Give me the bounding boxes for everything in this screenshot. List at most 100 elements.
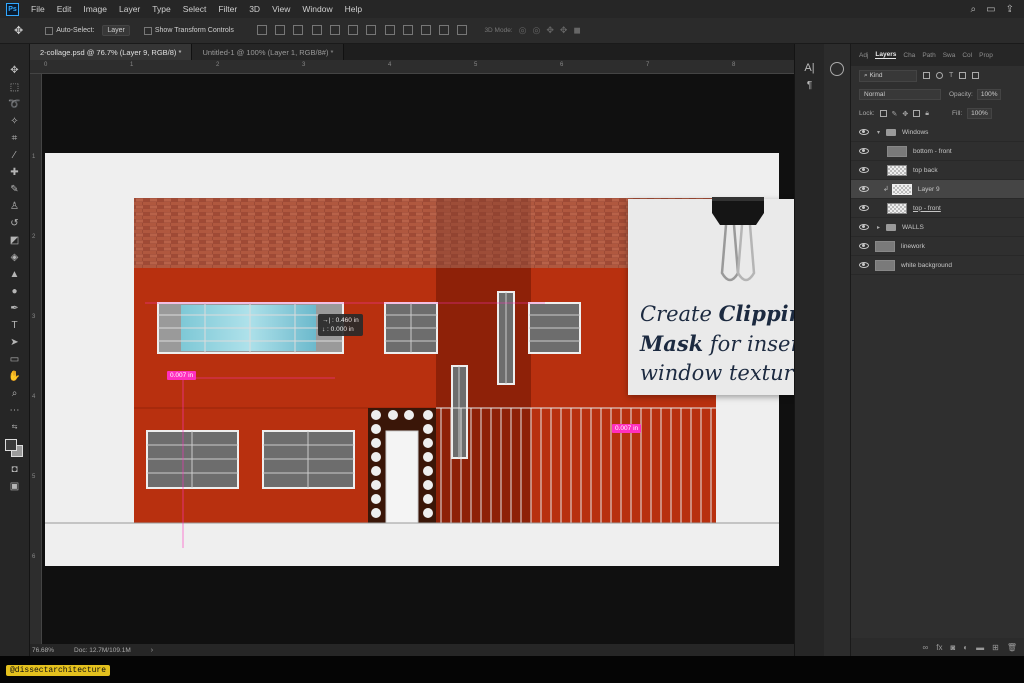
tab-properties[interactable]: Prop bbox=[979, 52, 993, 59]
status-menu-icon[interactable]: › bbox=[151, 647, 153, 654]
fill-field[interactable]: 100% bbox=[967, 108, 992, 119]
menu-select[interactable]: Select bbox=[177, 4, 213, 14]
share-icon[interactable]: ⇪ bbox=[1006, 4, 1014, 15]
menu-filter[interactable]: Filter bbox=[212, 4, 243, 14]
tab-adjustments[interactable]: Adj bbox=[859, 52, 868, 59]
filter-kind-dropdown[interactable]: ⌕ Kind bbox=[859, 69, 917, 82]
distribute-hcenter-icon[interactable] bbox=[439, 24, 450, 35]
distribute-bottom-icon[interactable] bbox=[402, 24, 413, 35]
visibility-eye-icon[interactable] bbox=[859, 224, 869, 230]
magic-wand-icon[interactable]: ✧ bbox=[7, 114, 23, 128]
visibility-eye-icon[interactable] bbox=[859, 167, 869, 173]
visibility-eye-icon[interactable] bbox=[859, 262, 869, 268]
screen-mode-icon[interactable]: ▣ bbox=[7, 479, 23, 493]
distribute-top-icon[interactable] bbox=[366, 24, 377, 35]
distribute-vcenter-icon[interactable] bbox=[384, 24, 395, 35]
expand-arrow-icon[interactable]: ▸ bbox=[877, 224, 880, 231]
add-mask-icon[interactable]: ◙ bbox=[950, 643, 955, 652]
new-group-icon[interactable]: ▬ bbox=[976, 643, 984, 652]
lock-transparent-icon[interactable] bbox=[879, 110, 887, 117]
align-vcenter-icon[interactable] bbox=[275, 24, 286, 35]
filter-type-icon[interactable]: T bbox=[949, 72, 953, 79]
marquee-tool-icon[interactable]: ⬚ bbox=[7, 80, 23, 94]
move-tool-icon[interactable]: ✥ bbox=[14, 24, 23, 37]
color-swatches[interactable] bbox=[3, 437, 27, 459]
link-layers-icon[interactable]: ∞ bbox=[923, 643, 929, 652]
brush-tool-icon[interactable]: ✎ bbox=[7, 182, 23, 196]
menu-3d[interactable]: 3D bbox=[243, 4, 266, 14]
paint-bucket-icon[interactable]: ◈ bbox=[7, 250, 23, 264]
tab-paths[interactable]: Path bbox=[922, 52, 935, 59]
lock-all-icon[interactable]: 🔒︎ bbox=[925, 110, 929, 118]
eyedropper-icon[interactable]: ⁄ bbox=[7, 148, 23, 162]
eraser-tool-icon[interactable]: ◩ bbox=[7, 233, 23, 247]
menu-help[interactable]: Help bbox=[339, 4, 368, 14]
visibility-eye-icon[interactable] bbox=[859, 186, 869, 192]
filter-smart-icon[interactable] bbox=[972, 72, 980, 79]
lasso-tool-icon[interactable]: ➰ bbox=[7, 97, 23, 111]
layer-9-selected[interactable]: ↲ Layer 9 bbox=[851, 180, 1024, 199]
filter-adjustment-icon[interactable] bbox=[936, 72, 943, 79]
zoom-tool-icon[interactable]: ⌕ bbox=[7, 386, 23, 400]
auto-select-checkbox[interactable] bbox=[45, 26, 54, 35]
layer-bottom-front[interactable]: bottom - front bbox=[851, 142, 1024, 161]
layer-group-walls[interactable]: ▸ WALLS bbox=[851, 218, 1024, 237]
tab-channels[interactable]: Cha bbox=[903, 52, 915, 59]
filter-pixel-icon[interactable] bbox=[923, 72, 930, 79]
history-brush-icon[interactable]: ↺ bbox=[7, 216, 23, 230]
path-select-icon[interactable]: ➤ bbox=[7, 335, 23, 349]
visibility-eye-icon[interactable] bbox=[859, 205, 869, 211]
layer-style-icon[interactable]: fx bbox=[936, 643, 942, 652]
menu-layer[interactable]: Layer bbox=[113, 4, 146, 14]
pen-tool-icon[interactable]: ✒ bbox=[7, 301, 23, 315]
menu-type[interactable]: Type bbox=[146, 4, 176, 14]
lock-artboard-icon[interactable] bbox=[913, 110, 921, 117]
visibility-eye-icon[interactable] bbox=[859, 129, 869, 135]
dodge-tool-icon[interactable]: ● bbox=[7, 284, 23, 298]
filter-shape-icon[interactable] bbox=[959, 72, 967, 79]
blur-tool-icon[interactable]: ▲ bbox=[7, 267, 23, 281]
distribute-left-icon[interactable] bbox=[420, 24, 431, 35]
auto-select-dropdown[interactable]: Layer bbox=[102, 25, 130, 36]
more-tools-icon[interactable]: ⋯ bbox=[7, 403, 23, 417]
show-transform-checkbox[interactable] bbox=[143, 26, 152, 35]
paragraph-panel-icon[interactable]: ¶ bbox=[803, 80, 817, 91]
ruler-left[interactable]: 1 2 3 4 5 6 bbox=[30, 74, 42, 644]
layer-group-windows[interactable]: ▾ Windows bbox=[851, 123, 1024, 142]
layer-top-front[interactable]: top - front bbox=[851, 199, 1024, 218]
menu-window[interactable]: Window bbox=[296, 4, 338, 14]
align-hcenter-icon[interactable] bbox=[329, 24, 340, 35]
character-panel-icon[interactable]: A| bbox=[803, 62, 817, 74]
swap-colors-icon[interactable]: ⇆ bbox=[7, 420, 23, 434]
visibility-eye-icon[interactable] bbox=[859, 148, 869, 154]
type-tool-icon[interactable]: T bbox=[7, 318, 23, 332]
tab-2-collage[interactable]: 2-collage.psd @ 76.7% (Layer 9, RGB/8) * bbox=[30, 44, 193, 60]
menu-image[interactable]: Image bbox=[77, 4, 113, 14]
visibility-eye-icon[interactable] bbox=[859, 243, 869, 249]
tab-layers[interactable]: Layers bbox=[875, 51, 897, 59]
libraries-icon[interactable] bbox=[830, 62, 844, 76]
quick-mask-icon[interactable]: ◘ bbox=[7, 462, 23, 476]
align-bottom-icon[interactable] bbox=[293, 24, 304, 35]
delete-layer-icon[interactable]: 🗑︎ bbox=[1007, 643, 1017, 652]
lock-position-icon[interactable]: ✥ bbox=[902, 110, 908, 118]
workspace-icon[interactable]: ▭ bbox=[986, 4, 995, 15]
adjustment-layer-icon[interactable]: ◐ bbox=[963, 643, 968, 652]
ruler-top[interactable]: 0 1 2 3 4 5 6 7 8 bbox=[30, 60, 794, 74]
expand-arrow-icon[interactable]: ▾ bbox=[877, 129, 880, 136]
lock-brush-icon[interactable]: ✎ bbox=[892, 110, 898, 118]
menu-file[interactable]: File bbox=[25, 4, 51, 14]
align-left-icon[interactable] bbox=[311, 24, 322, 35]
zoom-level[interactable]: 76.68% bbox=[32, 647, 54, 654]
3d-mode-icons[interactable]: ◎◎✥✥◼ bbox=[519, 25, 587, 36]
new-layer-icon[interactable]: ⊞ bbox=[992, 643, 999, 652]
tab-untitled-1[interactable]: Untitled-1 @ 100% (Layer 1, RGB/8#) * bbox=[192, 44, 345, 60]
blend-mode-dropdown[interactable]: Normal bbox=[859, 89, 941, 100]
menu-view[interactable]: View bbox=[266, 4, 296, 14]
layer-top-back[interactable]: top back bbox=[851, 161, 1024, 180]
tab-swatches[interactable]: Swa bbox=[943, 52, 956, 59]
crop-tool-icon[interactable]: ⌗ bbox=[7, 131, 23, 145]
tab-color[interactable]: Col bbox=[962, 52, 972, 59]
align-right-icon[interactable] bbox=[348, 24, 359, 35]
layer-white-background[interactable]: white background bbox=[851, 256, 1024, 275]
